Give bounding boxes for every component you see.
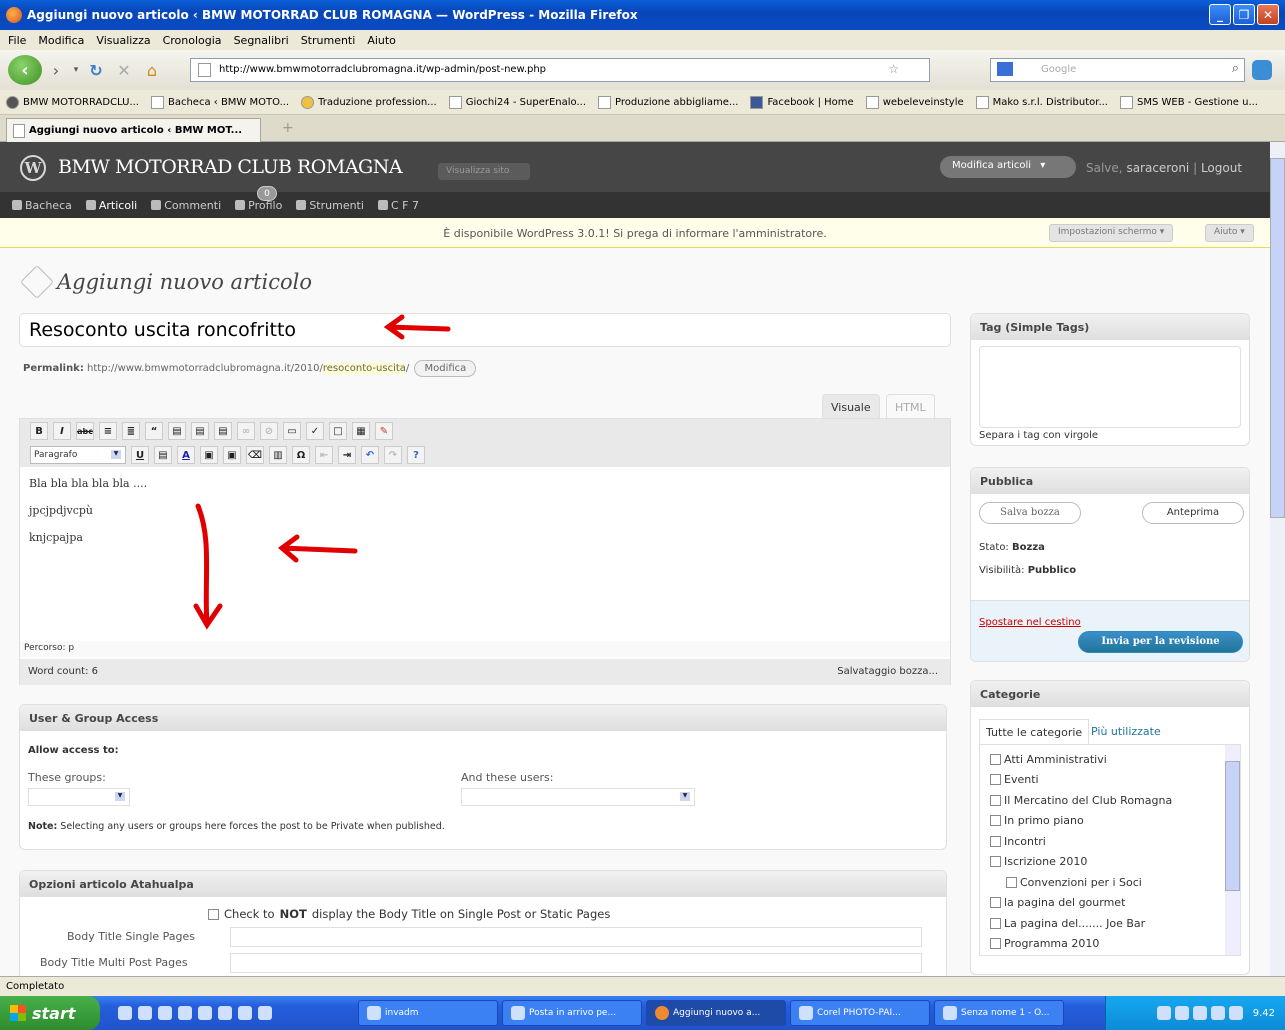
category-item[interactable]: Incontri xyxy=(980,831,1240,852)
preview-button[interactable]: Anteprima xyxy=(1142,502,1244,524)
visibility-row: Visibilità: Pubblico xyxy=(979,565,1077,576)
start-button[interactable]: start xyxy=(0,996,100,1030)
category-checkbox[interactable] xyxy=(990,938,1001,950)
move-to-trash-link[interactable]: Spostare nel cestino xyxy=(979,617,1081,628)
quicklaunch-icon[interactable] xyxy=(218,1006,232,1020)
category-checkbox[interactable] xyxy=(990,774,1001,786)
body-title-checkbox-row: Check to NOT display the Body Title on Sin… xyxy=(208,907,610,921)
taskbar-item[interactable]: Corel PHOTO-PAI... xyxy=(790,1000,930,1026)
category-list: Atti Amministrativi Eventi Il Mercatino … xyxy=(979,744,1241,956)
quicklaunch-icon[interactable] xyxy=(158,1006,172,1020)
taskbar-item[interactable]: Senza nome 1 - O... xyxy=(934,1000,1064,1026)
body-title-checkbox[interactable] xyxy=(208,908,219,920)
categories-box: Categorie Tutte le categorie Più utilizz… xyxy=(970,680,1250,975)
publish-box: Pubblica Salva bozza Anteprima Stato: Bo… xyxy=(970,467,1250,662)
category-item[interactable]: Atti Amministrativi xyxy=(980,749,1240,770)
app-icon xyxy=(367,1006,381,1020)
clock[interactable]: 9.42 xyxy=(1253,1008,1275,1019)
tab-all-categories[interactable]: Tutte le categorie xyxy=(979,719,1090,745)
app-icon xyxy=(943,1006,957,1020)
tags-hint: Separa i tag con virgole xyxy=(979,430,1099,441)
tray-icon[interactable] xyxy=(1192,1006,1207,1020)
user-group-access-box: User & Group Access Allow access to: The… xyxy=(19,704,947,850)
atahualpa-options-box: Opzioni articolo Atahualpa Check to NOT di… xyxy=(19,870,947,980)
tray-icon[interactable] xyxy=(1156,1006,1171,1020)
box-title[interactable]: Categorie xyxy=(971,681,1249,707)
category-item[interactable]: Eventi xyxy=(980,770,1240,791)
category-checkbox[interactable] xyxy=(990,856,1001,868)
chevron-down-icon: ▼ xyxy=(115,792,125,801)
groups-label: These groups: xyxy=(28,771,106,784)
category-scrollbar[interactable] xyxy=(1225,745,1240,955)
multi-title-label: Body Title Multi Post Pages xyxy=(40,956,188,969)
category-checkbox[interactable] xyxy=(990,794,1001,806)
page-scrollbar[interactable] xyxy=(1270,142,1285,976)
system-tray: 9.42 xyxy=(1105,996,1285,1030)
windows-taskbar: start invadm Posta in arrivo pe... Aggiu… xyxy=(0,996,1285,1030)
tray-icon[interactable] xyxy=(1228,1006,1243,1020)
tray-icon[interactable] xyxy=(1174,1006,1189,1020)
category-item[interactable]: la pagina del gourmet xyxy=(980,893,1240,914)
category-checkbox[interactable] xyxy=(990,917,1001,929)
taskbar-item[interactable]: invadm xyxy=(358,1000,498,1026)
category-checkbox[interactable] xyxy=(990,835,1001,847)
access-note: Note: Selecting any users or groups here… xyxy=(28,821,445,832)
windows-logo-icon xyxy=(10,1005,26,1021)
box-title[interactable]: Opzioni articolo Atahualpa xyxy=(20,871,946,897)
chevron-down-icon: ▼ xyxy=(680,792,690,801)
status-row: Stato: Bozza xyxy=(979,542,1045,553)
submit-for-review-button[interactable]: Invia per la revisione xyxy=(1078,631,1243,653)
category-item[interactable]: Programma 2010 xyxy=(980,934,1240,955)
status-text: Completato xyxy=(6,981,65,992)
category-checkbox[interactable] xyxy=(990,753,1001,765)
box-title[interactable]: Tag (Simple Tags) xyxy=(971,314,1249,340)
app-icon xyxy=(799,1006,813,1020)
users-label: And these users: xyxy=(461,771,554,784)
quicklaunch-icon[interactable] xyxy=(198,1006,212,1020)
arrow-title xyxy=(383,314,451,340)
single-title-label: Body Title Single Pages xyxy=(67,930,196,943)
save-draft-button[interactable]: Salva bozza xyxy=(979,502,1081,524)
category-item[interactable]: Iscrizione 2010 xyxy=(980,852,1240,873)
publish-actions: Spostare nel cestino Invia per la revisi… xyxy=(971,600,1249,661)
box-title[interactable]: User & Group Access xyxy=(20,705,946,731)
arrow-editor-vertical xyxy=(193,503,223,630)
category-item[interactable]: Convenzioni per i Soci xyxy=(980,872,1240,893)
allow-label: Allow access to: xyxy=(28,745,119,756)
app-icon xyxy=(511,1006,525,1020)
category-item[interactable]: Il Mercatino del Club Romagna xyxy=(980,790,1240,811)
tray-icon[interactable] xyxy=(1210,1006,1225,1020)
status-bar: Completato xyxy=(0,976,1285,996)
category-item[interactable]: La pagina del....... Joe Bar xyxy=(980,913,1240,934)
quicklaunch-icon[interactable] xyxy=(258,1006,272,1020)
users-select[interactable]: ▼ xyxy=(461,788,695,806)
category-checkbox[interactable] xyxy=(990,815,1001,827)
firefox-icon xyxy=(655,1006,669,1020)
category-checkbox[interactable] xyxy=(1006,876,1017,888)
quick-launch xyxy=(118,1006,358,1020)
quicklaunch-icon[interactable] xyxy=(238,1006,252,1020)
tab-popular-categories[interactable]: Più utilizzate xyxy=(1085,719,1167,745)
tags-textarea[interactable] xyxy=(979,346,1241,428)
quicklaunch-icon[interactable] xyxy=(138,1006,152,1020)
multi-title-input[interactable] xyxy=(230,953,922,973)
quicklaunch-icon[interactable] xyxy=(178,1006,192,1020)
category-checkbox[interactable] xyxy=(990,897,1001,909)
scrollbar-thumb[interactable] xyxy=(1270,158,1285,518)
scrollbar-thumb[interactable] xyxy=(1225,761,1240,891)
taskbar-item[interactable]: Posta in arrivo pe... xyxy=(502,1000,642,1026)
single-title-input[interactable] xyxy=(230,927,922,947)
box-title[interactable]: Pubblica xyxy=(971,468,1249,494)
taskbar-item-active[interactable]: Aggiungi nuovo a... xyxy=(646,1000,786,1026)
quicklaunch-icon[interactable] xyxy=(118,1006,132,1020)
tags-box: Tag (Simple Tags) Separa i tag con virgo… xyxy=(970,313,1250,446)
category-item[interactable]: In primo piano xyxy=(980,811,1240,832)
arrow-editor-horizontal xyxy=(277,534,358,563)
groups-select[interactable]: ▼ xyxy=(28,788,130,806)
